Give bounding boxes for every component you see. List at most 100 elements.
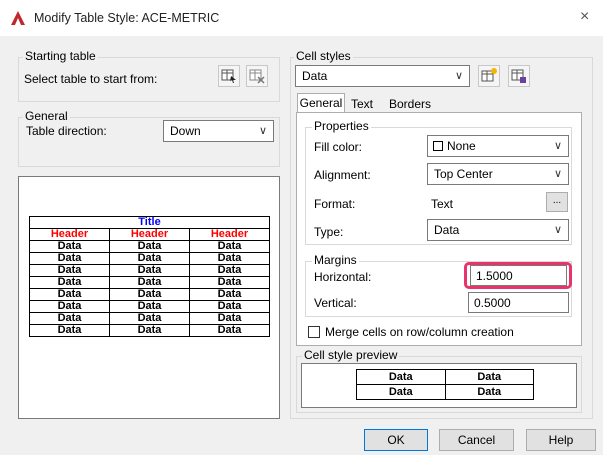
preview-data-row: Data Data Data <box>29 300 270 313</box>
merge-cells-checkbox[interactable] <box>308 326 320 338</box>
preview-data-cell: Data <box>29 300 110 313</box>
cell-style-preview-table: Data Data Data Data <box>356 369 534 400</box>
manage-cell-styles-icon <box>511 69 526 83</box>
cancel-button[interactable]: Cancel <box>439 429 514 451</box>
preview-data-row: Data Data Data <box>29 312 270 325</box>
format-value: Text <box>431 197 454 211</box>
cell-style-preview-cell: Data <box>444 369 534 385</box>
preview-data-cell: Data <box>189 300 270 313</box>
preview-data-cell: Data <box>109 300 190 313</box>
remove-table-icon <box>249 69 265 84</box>
preview-title-cell: Title <box>29 216 270 229</box>
color-swatch-icon <box>433 141 443 151</box>
table-direction-label: Table direction: <box>26 124 107 138</box>
chevron-down-icon: ∨ <box>454 70 463 82</box>
merge-cells-label: Merge cells on row/column creation <box>325 325 514 339</box>
cell-styles-group-label: Cell styles <box>294 49 353 63</box>
preview-data-cell: Data <box>29 264 110 277</box>
preview-data-row: Data Data Data <box>29 276 270 289</box>
cell-style-preview-cell: Data <box>356 384 446 400</box>
preview-data-cell: Data <box>109 264 190 277</box>
type-value: Data <box>434 223 460 237</box>
vertical-margin-value: 0.5000 <box>474 296 511 310</box>
preview-data-cell: Data <box>189 276 270 289</box>
title-bar: Modify Table Style: ACE-METRIC × <box>0 0 603 36</box>
preview-data-cell: Data <box>109 240 190 253</box>
preview-data-cell: Data <box>109 312 190 325</box>
type-select[interactable]: Data ∨ <box>427 219 569 241</box>
cell-style-value: Data <box>302 69 328 83</box>
margins-group-label: Margins <box>312 253 359 267</box>
format-browse-button[interactable]: ... <box>546 192 568 212</box>
preview-data-row: Data Data Data <box>29 288 270 301</box>
chevron-down-icon: ∨ <box>553 224 562 236</box>
preview-data-row: Data Data Data <box>29 264 270 277</box>
preview-data-row: Data Data Data <box>29 240 270 253</box>
chevron-down-icon: ∨ <box>258 125 267 137</box>
new-cell-style-button[interactable] <box>478 65 500 87</box>
table-direction-value: Down <box>170 124 201 138</box>
preview-data-cell: Data <box>109 276 190 289</box>
cell-style-preview-label: Cell style preview <box>302 348 400 362</box>
preview-data-cell: Data <box>109 324 190 337</box>
format-label: Format: <box>314 197 356 211</box>
preview-data-row: Data Data Data <box>29 324 270 337</box>
chevron-down-icon: ∨ <box>553 140 562 152</box>
fill-color-value: None <box>447 139 476 153</box>
alignment-value: Top Center <box>434 167 493 181</box>
preview-data-cell: Data <box>29 252 110 265</box>
select-table-label: Select table to start from: <box>24 72 158 86</box>
horizontal-margin-value: 1.5000 <box>476 269 513 283</box>
fill-color-select[interactable]: None ∨ <box>427 135 569 157</box>
remove-table-button[interactable] <box>246 65 268 87</box>
preview-data-cell: Data <box>189 324 270 337</box>
preview-data-cell: Data <box>29 288 110 301</box>
autocad-logo-icon <box>11 11 25 25</box>
tab-general[interactable]: General <box>297 93 345 113</box>
table-direction-select[interactable]: Down ∨ <box>163 120 274 142</box>
vertical-margin-input[interactable]: 0.5000 <box>468 292 569 313</box>
preview-data-cell: Data <box>29 324 110 337</box>
preview-data-cell: Data <box>189 288 270 301</box>
preview-header-row: Header Header Header <box>29 228 270 241</box>
preview-data-cell: Data <box>29 276 110 289</box>
preview-header-cell: Header <box>109 228 190 241</box>
alignment-label: Alignment: <box>314 168 371 182</box>
cell-style-preview-row: Data Data <box>356 384 534 400</box>
cell-style-select[interactable]: Data ∨ <box>295 65 470 87</box>
manage-cell-styles-button[interactable] <box>508 65 530 87</box>
preview-data-cell: Data <box>189 264 270 277</box>
horizontal-margin-label: Horizontal: <box>314 270 372 284</box>
help-button[interactable]: Help <box>526 429 596 451</box>
fill-color-label: Fill color: <box>314 140 363 154</box>
preview-header-cell: Header <box>189 228 270 241</box>
preview-header-cell: Header <box>29 228 110 241</box>
cell-style-preview-cell: Data <box>356 369 446 385</box>
preview-data-cell: Data <box>189 312 270 325</box>
table-preview: Title Header Header Header Data Data Data Dat… <box>29 216 270 337</box>
vertical-margin-label: Vertical: <box>314 296 357 310</box>
properties-group-label: Properties <box>312 119 371 133</box>
select-table-icon <box>221 69 236 83</box>
type-label: Type: <box>314 225 344 239</box>
starting-table-group-label: Starting table <box>23 49 98 63</box>
table-preview-panel: Title Header Header Header Data Data Data Dat… <box>18 176 280 419</box>
window-title: Modify Table Style: ACE-METRIC <box>34 11 220 25</box>
alignment-select[interactable]: Top Center ∨ <box>427 163 569 185</box>
preview-data-cell: Data <box>29 240 110 253</box>
cell-style-preview-cell: Data <box>444 384 534 400</box>
cell-style-preview-panel: Data Data Data Data <box>301 363 577 408</box>
preview-data-cell: Data <box>109 252 190 265</box>
ok-button[interactable]: OK <box>364 429 428 451</box>
preview-data-cell: Data <box>109 288 190 301</box>
preview-data-row: Data Data Data <box>29 252 270 265</box>
close-icon[interactable]: × <box>580 8 589 26</box>
cell-style-preview-row: Data Data <box>356 369 534 385</box>
preview-data-cell: Data <box>189 240 270 253</box>
select-table-button[interactable] <box>218 65 240 87</box>
preview-data-cell: Data <box>29 312 110 325</box>
preview-data-cell: Data <box>189 252 270 265</box>
chevron-down-icon: ∨ <box>553 168 562 180</box>
horizontal-margin-input[interactable]: 1.5000 <box>470 265 567 286</box>
new-cell-style-icon <box>481 68 497 82</box>
